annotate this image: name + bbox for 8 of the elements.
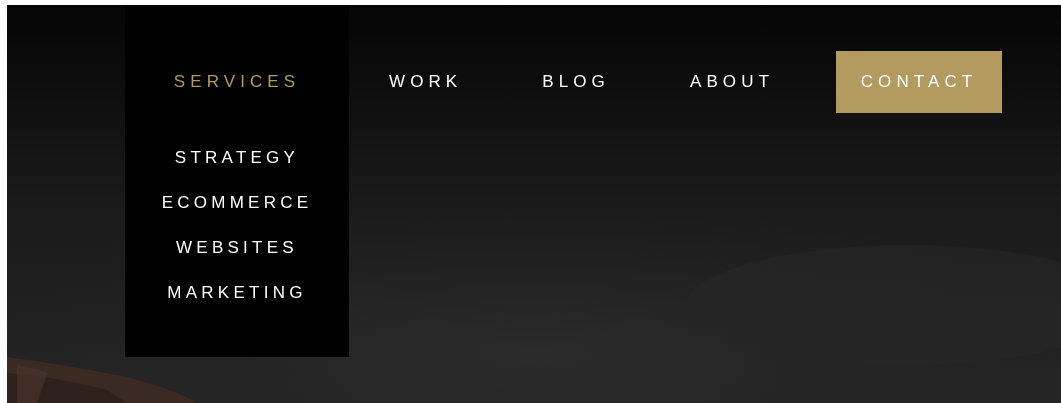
nav-link[interactable]: ABOUT [689, 71, 774, 93]
dropdown-item[interactable]: ECOMMERCE [161, 192, 313, 214]
dropdown-item[interactable]: STRATEGY [174, 147, 300, 169]
nav-link[interactable]: BLOG [542, 71, 610, 93]
dropdown-item[interactable]: MARKETING [167, 282, 307, 304]
nav-link[interactable]: WORK [389, 71, 463, 93]
dropdown-item[interactable]: WEBSITES [176, 237, 298, 259]
nav-link[interactable]: SERVICES [173, 71, 301, 93]
